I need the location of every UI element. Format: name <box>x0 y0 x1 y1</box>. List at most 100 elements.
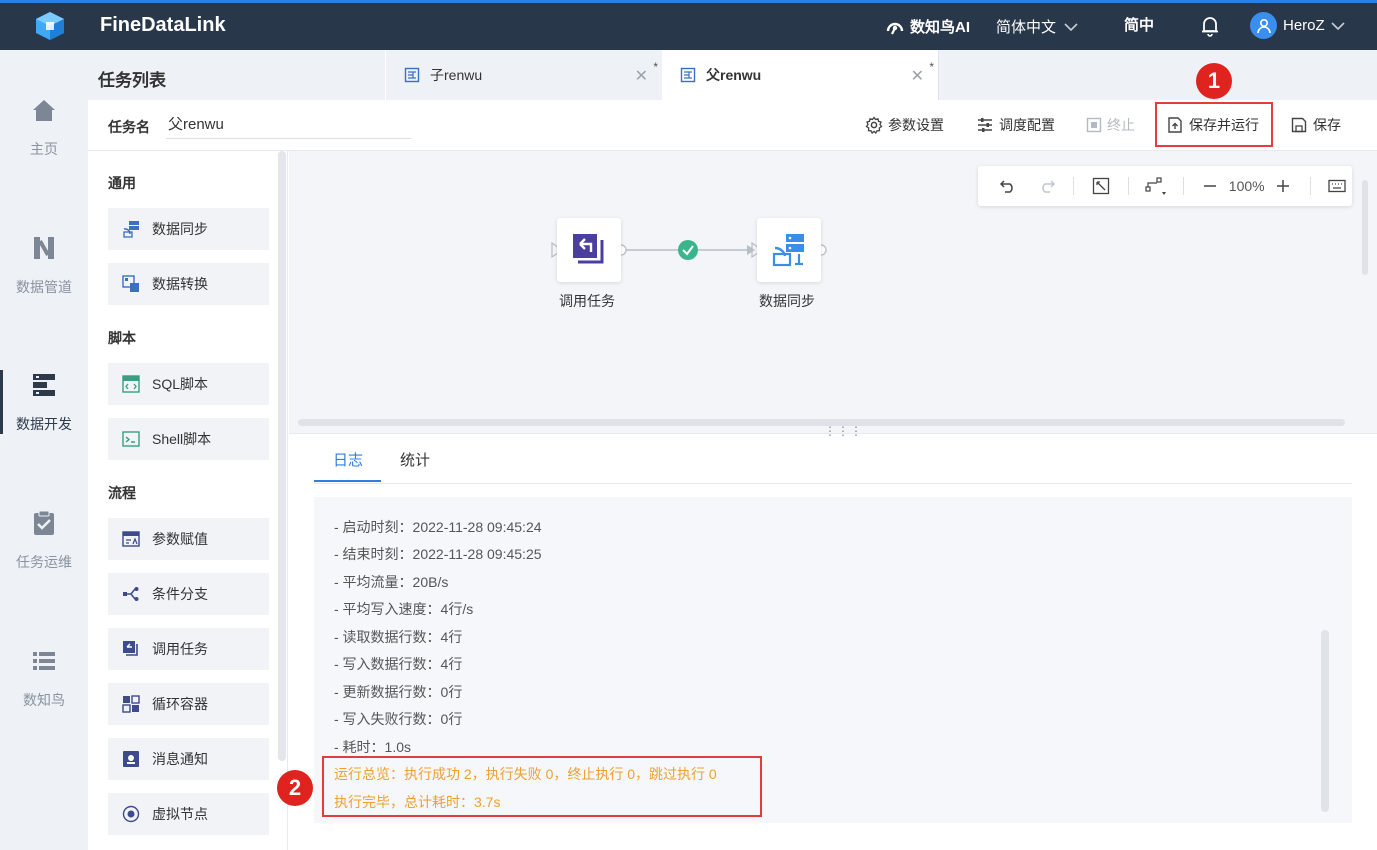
palette-item-label: Shell脚本 <box>152 431 212 447</box>
tab-child-task[interactable]: 子renwu ✕ * <box>386 50 663 100</box>
close-icon[interactable]: ✕ <box>911 66 924 86</box>
nav-item-ops[interactable]: 任务运维 <box>0 508 88 608</box>
palette-item-data-transform[interactable]: 数据转换 <box>108 263 269 305</box>
palette-group-flow: 流程 <box>108 485 136 501</box>
task-name-field[interactable]: 父renwu <box>166 113 411 139</box>
keyboard-button[interactable] <box>1327 175 1348 197</box>
modified-indicator: * <box>929 60 934 74</box>
palette-item-notification[interactable]: 消息通知 <box>108 738 269 780</box>
params-button[interactable]: 参数设置 <box>865 115 944 135</box>
redo-button[interactable] <box>1036 175 1057 197</box>
notification-icon <box>123 751 139 767</box>
palette-item-call-task[interactable]: 调用任务 <box>108 628 269 670</box>
log-line: - 读取数据行数：4行 <box>334 629 463 645</box>
zoom-in-button[interactable] <box>1273 175 1294 197</box>
undo-button[interactable] <box>997 175 1018 197</box>
log-line: - 更新数据行数：0行 <box>334 684 463 700</box>
stop-label: 终止 <box>1107 117 1135 133</box>
sql-script-icon <box>122 375 140 393</box>
stop-button[interactable]: 终止 <box>1086 115 1135 135</box>
log-line: - 写入数据行数：4行 <box>334 656 463 672</box>
ai-bird-icon <box>886 22 904 34</box>
node-label: 数据同步 <box>759 293 815 309</box>
zoom-out-button[interactable] <box>1200 175 1221 197</box>
loop-container-icon <box>122 695 140 713</box>
palette-item-label: 条件分支 <box>152 586 208 602</box>
schedule-button[interactable]: 调度配置 <box>976 115 1055 135</box>
save-run-highlight <box>1155 102 1273 147</box>
bell-icon[interactable] <box>1200 15 1220 37</box>
keyboard-icon <box>1328 179 1347 193</box>
sliders-icon <box>978 118 992 132</box>
resize-handle-icon[interactable]: ⋮⋮⋮ <box>824 424 863 438</box>
cube-logo-icon[interactable] <box>34 11 66 41</box>
ai-assistant-button[interactable]: 数知鸟AI <box>885 16 970 37</box>
palette-item-label: 数据转换 <box>152 276 208 292</box>
nav-item-dev[interactable]: 数据开发 <box>0 370 88 470</box>
nav-item-pipeline[interactable]: 数据管道 <box>0 233 88 333</box>
save-label: 保存 <box>1313 117 1341 133</box>
nav-item-home[interactable]: 主页 <box>0 95 88 195</box>
save-icon <box>1291 117 1307 133</box>
save-button[interactable]: 保存 <box>1290 115 1341 135</box>
log-scrollbar[interactable] <box>1321 630 1329 812</box>
palette-item-param-assign[interactable]: 参数赋值 <box>108 518 269 560</box>
param-assign-icon <box>122 531 140 547</box>
canvas-vertical-scrollbar[interactable] <box>1362 180 1368 275</box>
tab-statistics[interactable]: 统计 <box>400 449 430 470</box>
palette-item-label: 调用任务 <box>152 641 208 657</box>
palette-item-condition-branch[interactable]: 条件分支 <box>108 573 269 615</box>
palette-item-shell-script[interactable]: Shell脚本 <box>108 418 269 460</box>
close-icon[interactable]: ✕ <box>635 66 648 86</box>
dev-icon <box>33 374 55 396</box>
task-file-icon <box>404 67 420 83</box>
palette-item-label: 循环容器 <box>152 696 208 712</box>
user-icon <box>1256 18 1271 33</box>
step-marker-2: 2 <box>277 770 313 806</box>
palette-group-script: 脚本 <box>108 330 136 346</box>
palette-item-sql-script[interactable]: SQL脚本 <box>108 363 269 405</box>
node-data-sync[interactable] <box>757 218 821 282</box>
toolbar-divider <box>1127 177 1129 195</box>
schedule-label: 调度配置 <box>999 117 1055 133</box>
palette-item-virtual-node[interactable]: 虚拟节点 <box>108 793 269 835</box>
palette-item-loop-container[interactable]: 循环容器 <box>108 683 269 725</box>
chevron-down-icon <box>1064 22 1078 31</box>
pipeline-icon <box>34 237 54 259</box>
log-line: - 平均流量：20B/s <box>334 574 449 590</box>
undo-icon <box>999 180 1013 193</box>
nav-label: 数知鸟 <box>23 692 65 708</box>
user-menu[interactable]: HeroZ <box>1250 12 1345 39</box>
call-task-icon <box>123 641 138 656</box>
palette-item-data-sync[interactable]: 数据同步 <box>108 208 269 250</box>
fit-view-button[interactable] <box>1090 175 1111 197</box>
toolbar-divider <box>1073 177 1075 195</box>
call-task-icon <box>573 234 604 264</box>
log-line: - 平均写入速度：4行/s <box>334 601 474 617</box>
layout-button[interactable] <box>1144 175 1167 197</box>
params-label: 参数设置 <box>888 117 944 133</box>
nav-item-birdie[interactable]: 数知鸟 <box>0 646 88 746</box>
step-marker-1: 1 <box>1196 63 1232 99</box>
summary-highlight <box>322 756 762 817</box>
left-nav: 主页 数据管道 数据开发 任务运维 数知鸟 <box>0 50 88 850</box>
nav-label: 任务运维 <box>16 554 72 570</box>
toolbar-divider <box>1309 177 1311 195</box>
log-tab-divider <box>314 483 1352 484</box>
language-select[interactable]: 简体中文 <box>996 16 1078 37</box>
tab-log[interactable]: 日志 <box>333 449 363 470</box>
node-call-task[interactable] <box>557 218 621 282</box>
simplified-toggle[interactable]: 简中 <box>1124 14 1154 35</box>
canvas-horizontal-scrollbar[interactable] <box>298 419 1345 426</box>
log-line: - 结束时刻：2022-11-28 09:45:25 <box>334 546 542 562</box>
brand-name: FineDataLink <box>100 14 226 36</box>
list-icon <box>33 652 55 670</box>
palette-item-label: 虚拟节点 <box>152 806 208 822</box>
toolbar-divider <box>1182 177 1184 195</box>
palette-item-label: SQL脚本 <box>152 376 209 392</box>
shell-script-icon <box>122 431 140 447</box>
virtual-node-icon <box>122 805 140 823</box>
tab-parent-task[interactable]: 父renwu ✕ * <box>662 50 939 100</box>
avatar <box>1250 12 1277 39</box>
palette-scrollbar[interactable] <box>278 151 286 761</box>
